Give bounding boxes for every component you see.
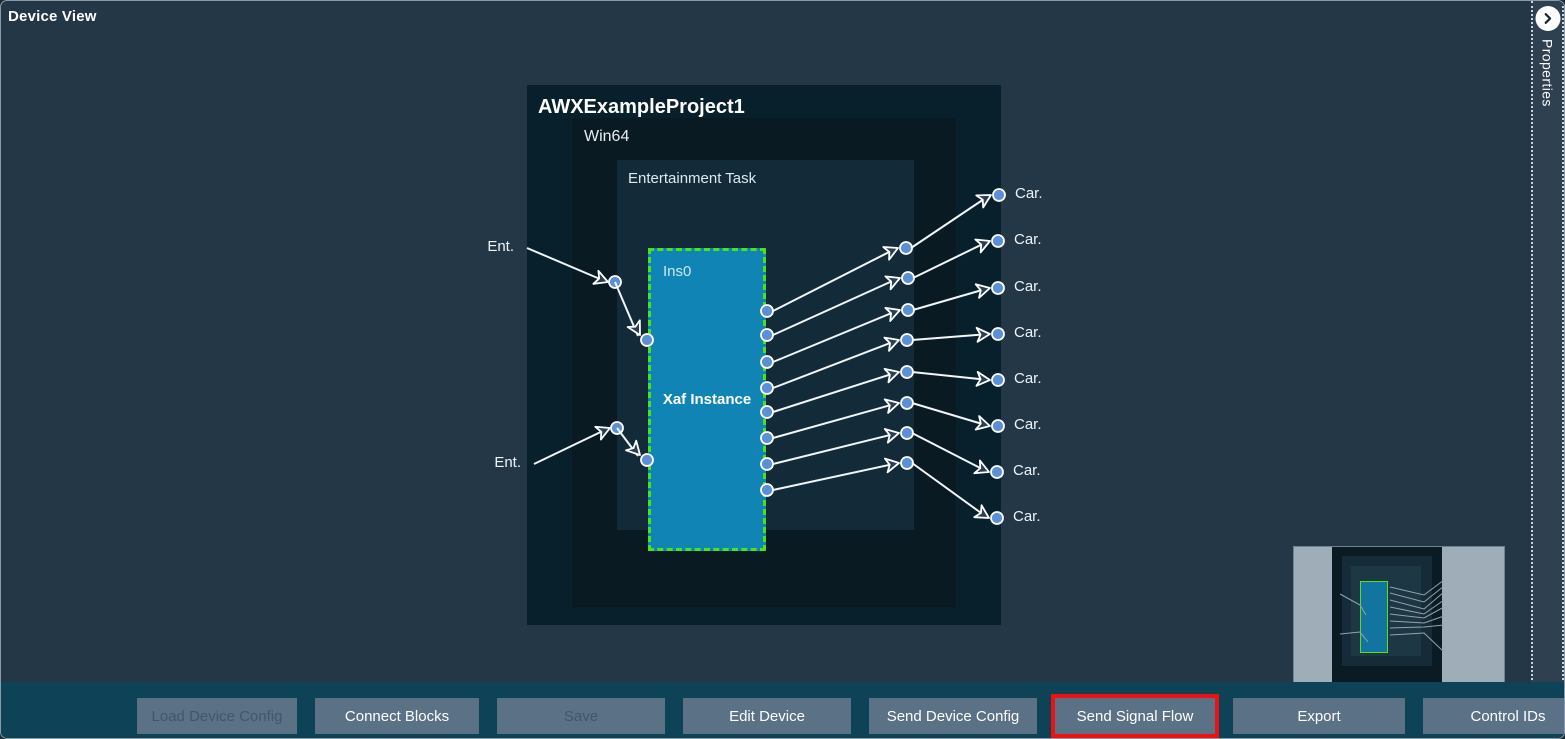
toolbar-button-group: Load Device Config Connect Blocks Save Edit… [137,694,1564,738]
toolbar-button-send-device-config[interactable]: Send Device Config [869,698,1037,734]
toolbar-button-export[interactable]: Export [1233,698,1405,734]
toolbar-button-wrapper: Control IDs [1423,698,1564,738]
endpoint-label: Car. [1014,324,1042,341]
properties-toggle-button[interactable] [1535,6,1560,31]
device-view-window: Device View AWXExampleProject1 Win64 Ent… [0,0,1565,739]
toolbar-button-wrapper: Save [497,698,665,738]
toolbar-button-wrapper: Send Signal Flow [1051,694,1219,738]
endpoint-label: Car. [1015,185,1043,202]
endpoint-label: Car. [1014,370,1042,387]
toolbar-button-wrapper: Export [1233,698,1405,738]
project-label: AWXExampleProject1 [538,96,745,118]
toolbar-button-save: Save [497,698,665,734]
endpoint-label: Car. [1013,508,1041,525]
endpoint-label: Car. [1014,278,1042,295]
minimap-wire [1389,632,1445,653]
toolbar-button-send-signal-flow[interactable]: Send Signal Flow [1051,694,1219,738]
endpoint-label: Car. [1014,416,1042,433]
bottom-toolbar: Load Device Config Connect Blocks Save Edit… [1,682,1564,738]
toolbar-button-connect-blocks[interactable]: Connect Blocks [315,698,479,734]
toolbar-button-wrapper: Send Device Config [869,698,1037,738]
endpoint-label: Car. [1014,231,1042,248]
minimap-wire [1339,593,1367,616]
toolbar-button-wrapper: Connect Blocks [315,698,479,738]
minimap-wire [1389,624,1445,629]
toolbar-button-edit-device[interactable]: Edit Device [683,698,851,734]
diagram-canvas[interactable]: AWXExampleProject1 Win64 Entertainment T… [1,34,1564,684]
platform-label: Win64 [584,128,630,145]
toolbar-button-wrapper: Edit Device [683,698,851,738]
properties-label: Properties [1539,39,1556,107]
task-label: Entertainment Task [628,170,757,187]
endpoint-label: Ent. [487,238,514,255]
page-title: Device View [8,8,97,25]
minimap[interactable] [1293,546,1505,684]
endpoint-label: Car. [1013,462,1041,479]
toolbar-button-load-device-config: Load Device Config [137,698,297,734]
toolbar-button-wrapper: Load Device Config [137,698,297,738]
toolbar-button-control-ids[interactable]: Control IDs [1423,698,1564,734]
minimap-wire [1339,631,1369,643]
xaf-instance-block[interactable]: Ins0 Xaf Instance [648,248,766,551]
chevron-right-icon [1544,13,1551,24]
properties-rail[interactable]: Properties [1531,1,1564,684]
window-titlebar: Device View [1,1,1564,34]
endpoint-label: Ent. [494,454,521,471]
block-name-label: Xaf Instance [662,391,752,408]
minimap-wire-layer [1339,579,1445,653]
